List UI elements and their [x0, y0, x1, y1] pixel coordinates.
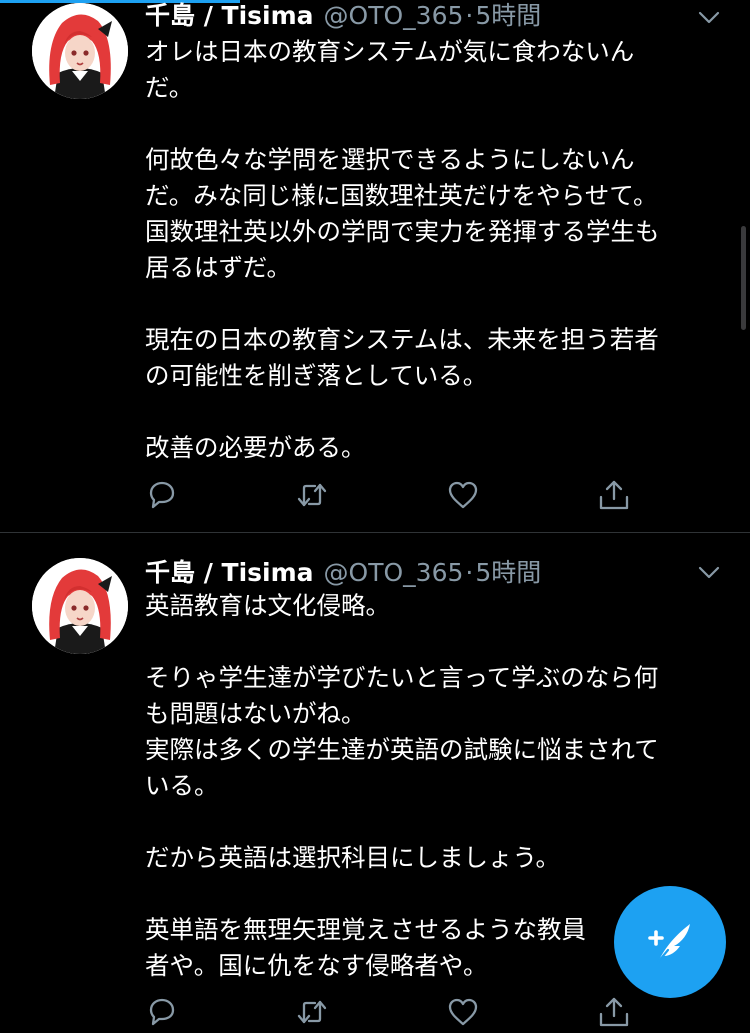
avatar-image	[32, 558, 128, 654]
compose-tweet-icon	[648, 924, 690, 964]
tweet-text: オレは日本の教育システムが気に食わないん だ。 何故色々な学問を選択できるように…	[145, 34, 705, 466]
chevron-down-icon[interactable]	[697, 5, 721, 29]
avatar[interactable]	[32, 558, 128, 654]
tweet-header: 千島 / Tisima @OTO_365 · 5時間	[145, 553, 541, 587]
tweet-text-line: いる。	[145, 771, 219, 800]
tweet-text-line: オレは日本の教育システムが気に食わないん	[145, 37, 635, 66]
share-icon[interactable]	[597, 478, 631, 512]
reply-icon[interactable]	[145, 478, 179, 512]
timestamp[interactable]: 5時間	[475, 0, 541, 32]
avatar-image	[32, 3, 128, 99]
separator: ·	[465, 1, 474, 30]
author-name[interactable]: 千島 / Tisima	[145, 553, 314, 589]
compose-tweet-button[interactable]	[614, 886, 726, 998]
timestamp[interactable]: 5時間	[475, 553, 541, 589]
tweet-text-line: 何故色々な学問を選択できるようにしないん	[145, 145, 635, 174]
tweet-text-blank-line	[145, 804, 705, 840]
heart-icon[interactable]	[446, 995, 480, 1029]
tweet-text-line: 英語教育は文化侵略。	[145, 591, 390, 620]
tweet[interactable]: 千島 / Tisima @OTO_365 · 5時間 オレは日本の教育システムが…	[0, 0, 750, 532]
tweet-text-line: 国数理社英以外の学問で実力を発揮する学生も	[145, 217, 660, 246]
reply-icon[interactable]	[145, 995, 179, 1029]
avatar[interactable]	[32, 3, 128, 99]
author-handle[interactable]: @OTO_365	[324, 558, 464, 587]
tweet-text-blank-line	[145, 286, 705, 322]
retweet-icon[interactable]	[295, 478, 329, 512]
tweet-actions	[145, 995, 645, 1031]
tweet-actions	[145, 478, 645, 514]
tweet-text-line: も問題はないがね。	[145, 699, 366, 728]
tweet-header: 千島 / Tisima @OTO_365 · 5時間	[145, 0, 541, 30]
share-icon[interactable]	[597, 995, 631, 1029]
tweet-text-blank-line	[145, 624, 705, 660]
tweet-text-blank-line	[145, 106, 705, 142]
author-name[interactable]: 千島 / Tisima	[145, 0, 314, 32]
tweet-text-line: 実際は多くの学生達が英語の試験に悩まされて	[145, 735, 659, 764]
chevron-down-icon[interactable]	[697, 560, 721, 584]
tweet-text-blank-line	[145, 876, 705, 912]
tweet-text-blank-line	[145, 394, 705, 430]
author-handle[interactable]: @OTO_365	[324, 1, 464, 30]
tweet-text-line: 居るはずだ。	[145, 253, 292, 282]
tweet-text-line: だ。	[145, 73, 194, 102]
tweet-text-line: だから英語は選択科目にしましょう。	[145, 843, 561, 872]
tweet-text-line: 現在の日本の教育システムは、未来を担う若者	[145, 325, 659, 354]
separator: ·	[465, 558, 474, 587]
tweet-text-line: そりゃ学生達が学びたいと言って学ぶのなら何	[145, 663, 659, 692]
retweet-icon[interactable]	[295, 995, 329, 1029]
tweet-text-line: だ。みな同じ様に国数理社英だけをやらせて。	[145, 181, 658, 210]
heart-icon[interactable]	[446, 478, 480, 512]
tweet-text-line: 改善の必要がある。	[145, 433, 366, 462]
scrollbar-thumb[interactable]	[741, 226, 746, 330]
tweet-text-line: の可能性を削ぎ落としている。	[145, 361, 488, 390]
